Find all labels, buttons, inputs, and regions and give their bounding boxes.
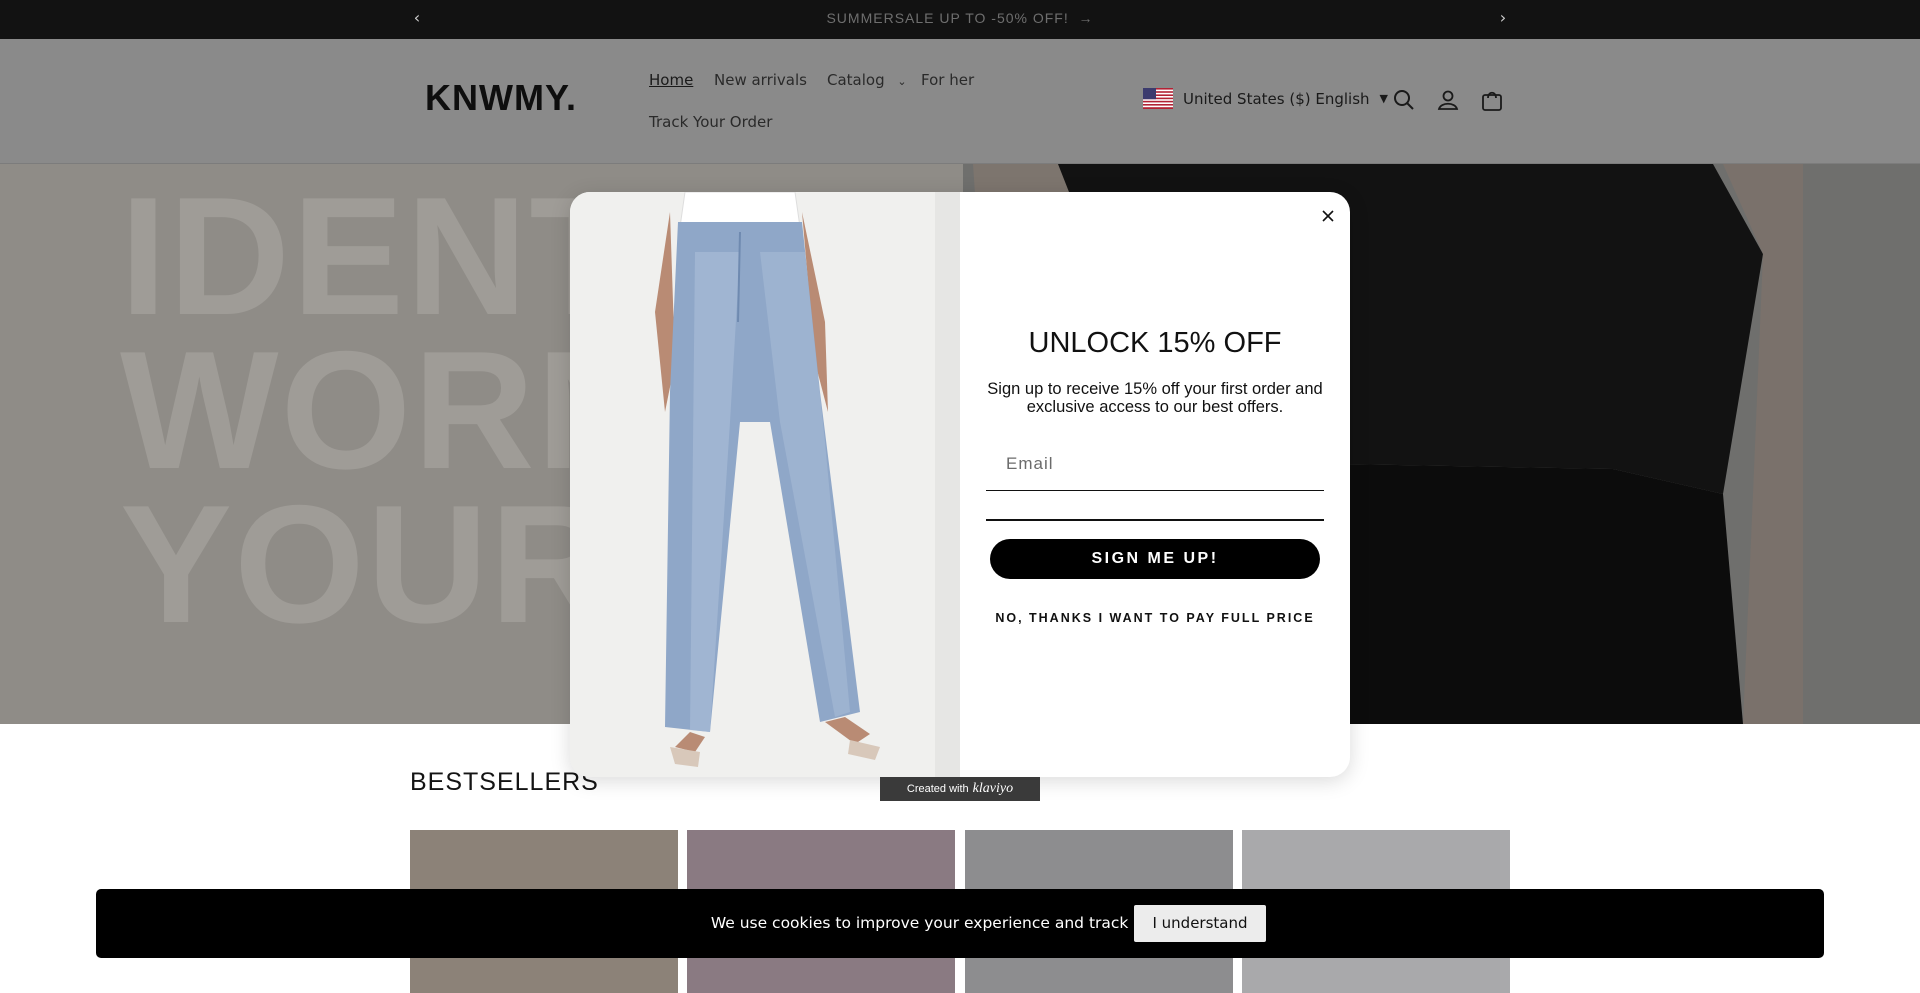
signup-modal: UNLOCK 15% OFF Sign up to receive 15% of… xyxy=(570,192,1350,777)
country-selector[interactable]: United States ($) English ▼ xyxy=(1143,88,1388,109)
cart-icon[interactable] xyxy=(1480,88,1504,112)
arrow-right-icon: → xyxy=(1073,10,1094,26)
nav-catalog[interactable]: Catalog ⌄ xyxy=(827,71,907,89)
nav-for-her[interactable]: For her xyxy=(921,71,974,89)
site-header: KNWMY. Home New arrivals Catalog ⌄ For h… xyxy=(0,39,1920,164)
klaviyo-badge[interactable]: Created with klaviyo xyxy=(880,777,1040,801)
close-icon[interactable] xyxy=(1318,206,1338,226)
logo[interactable]: KNWMY. xyxy=(425,77,577,119)
modal-product-image xyxy=(570,192,960,777)
country-label: United States ($) English xyxy=(1183,89,1370,108)
divider xyxy=(986,519,1324,521)
caret-down-icon: ▼ xyxy=(1379,92,1388,105)
cookie-text: We use cookies to improve your experienc… xyxy=(710,914,1250,932)
announcement-text: SUMMERSALE UP TO -50% OFF! xyxy=(826,10,1069,26)
nav-new-arrivals[interactable]: New arrivals xyxy=(714,71,807,89)
nav-track-order[interactable]: Track Your Order xyxy=(649,113,772,131)
sign-up-button[interactable]: SIGN ME UP! xyxy=(990,539,1320,579)
modal-subtext: Sign up to receive 15% off your first or… xyxy=(987,380,1323,416)
email-field[interactable] xyxy=(986,437,1324,491)
us-flag-icon xyxy=(1143,88,1173,109)
decline-link[interactable]: NO, THANKS I WANT TO PAY FULL PRICE xyxy=(960,611,1350,625)
klaviyo-logo: klaviyo xyxy=(972,781,1014,796)
nav-home[interactable]: Home xyxy=(649,71,693,89)
modal-headline: UNLOCK 15% OFF xyxy=(1028,327,1282,359)
chevron-down-icon: ⌄ xyxy=(897,75,907,88)
cookie-accept-button[interactable]: I understand xyxy=(1134,905,1266,942)
announcement-bar: ‹ SUMMERSALE UP TO -50% OFF! → › xyxy=(0,0,1920,39)
jeans-model-illustration xyxy=(570,192,960,777)
account-icon[interactable] xyxy=(1436,88,1460,112)
chevron-right-icon[interactable]: › xyxy=(1493,8,1513,28)
announcement-message[interactable]: SUMMERSALE UP TO -50% OFF! → xyxy=(0,0,1920,39)
search-icon[interactable] xyxy=(1392,88,1416,112)
cookie-banner: We use cookies to improve your experienc… xyxy=(96,889,1824,958)
klaviyo-prefix: Created with xyxy=(906,783,969,795)
nav-catalog-label: Catalog xyxy=(827,71,885,89)
